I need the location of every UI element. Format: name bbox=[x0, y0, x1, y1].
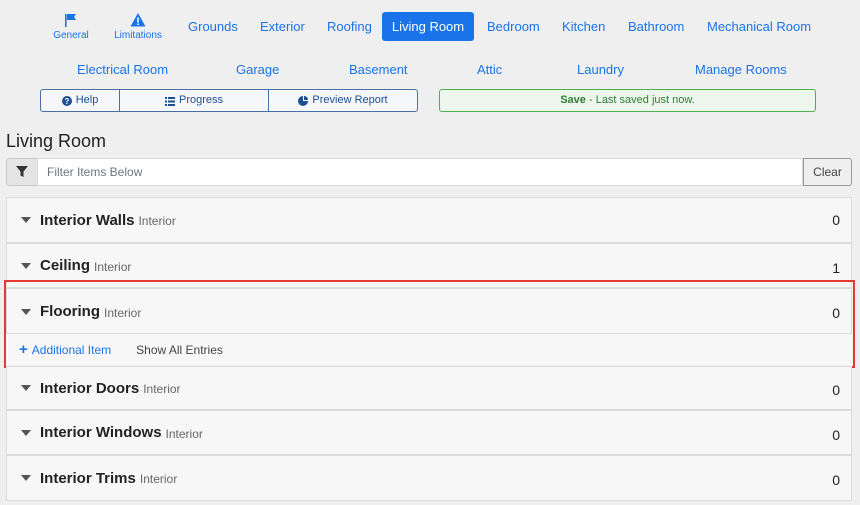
item-name: Interior Doors bbox=[40, 379, 140, 397]
help-label: Help bbox=[75, 94, 99, 106]
tab-limitations-label: Limitations bbox=[114, 30, 162, 41]
tab-bedroom[interactable]: Bedroom bbox=[474, 12, 553, 41]
help-button[interactable]: ? Help bbox=[41, 90, 120, 111]
item-category: Interior bbox=[143, 382, 181, 396]
filter-icon bbox=[16, 166, 28, 177]
item-name: Ceiling bbox=[40, 257, 91, 274]
item-panel-interior-doors[interactable]: Interior Doors Interior 0 bbox=[6, 366, 852, 410]
preview-report-label: Preview Report bbox=[312, 94, 388, 106]
item-name: Interior Windows bbox=[40, 424, 162, 441]
save-status[interactable]: Save - Last saved just now. bbox=[439, 89, 816, 112]
item-count: 1 bbox=[832, 259, 840, 276]
room-nav-top: General Limitations Grounds Exterior Roo… bbox=[0, 8, 860, 48]
tab-grounds[interactable]: Grounds bbox=[175, 12, 251, 41]
filter-input[interactable]: Filter Items Below bbox=[37, 158, 803, 186]
progress-button[interactable]: Progress bbox=[120, 90, 269, 111]
item-category: Interior bbox=[138, 214, 176, 228]
tab-laundry[interactable]: Laundry bbox=[564, 57, 637, 83]
item-count: 0 bbox=[832, 472, 840, 488]
item-category: Interior bbox=[139, 472, 178, 486]
item-count: 0 bbox=[832, 426, 840, 443]
item-name: Interior Trims bbox=[40, 469, 136, 487]
pie-chart-icon bbox=[298, 95, 309, 106]
tab-general-label: General bbox=[53, 30, 89, 41]
item-panel-interior-windows[interactable]: Interior Windows Interior 0 bbox=[6, 410, 852, 455]
caret-down-icon[interactable] bbox=[21, 262, 31, 269]
item-count: 0 bbox=[832, 212, 840, 228]
tab-attic[interactable]: Attic bbox=[464, 57, 515, 83]
tab-bathroom[interactable]: Bathroom bbox=[615, 12, 697, 41]
tab-kitchen[interactable]: Kitchen bbox=[549, 12, 618, 41]
caret-down-icon[interactable] bbox=[21, 385, 31, 391]
tab-manage-rooms[interactable]: Manage Rooms bbox=[682, 57, 800, 83]
warning-icon bbox=[130, 13, 146, 27]
progress-label: Progress bbox=[178, 94, 224, 106]
flag-icon bbox=[65, 14, 76, 27]
tab-general[interactable]: General bbox=[36, 12, 106, 41]
tab-garage[interactable]: Garage bbox=[223, 57, 292, 83]
tab-living-room[interactable]: Living Room bbox=[382, 12, 474, 41]
item-panel-interior-trims[interactable]: Interior Trims Interior 0 bbox=[6, 455, 852, 501]
tab-electrical-room[interactable]: Electrical Room bbox=[64, 57, 181, 83]
page-title: Living Room bbox=[6, 131, 107, 151]
filter-button[interactable] bbox=[6, 158, 37, 186]
item-count: 0 bbox=[832, 382, 840, 398]
tab-limitations[interactable]: Limitations bbox=[103, 12, 173, 41]
clear-button[interactable]: Clear bbox=[803, 158, 852, 186]
toolbar: ? Help Progress Preview Report bbox=[40, 89, 418, 112]
item-category: Interior bbox=[94, 259, 132, 274]
tab-basement[interactable]: Basement bbox=[336, 57, 421, 83]
tab-exterior[interactable]: Exterior bbox=[247, 12, 318, 41]
flooring-highlight bbox=[4, 280, 855, 368]
caret-down-icon[interactable] bbox=[21, 429, 31, 436]
svg-text:?: ? bbox=[64, 97, 69, 106]
filter-bar: Filter Items Below Clear bbox=[6, 158, 852, 186]
question-circle-icon: ? bbox=[61, 95, 72, 106]
save-status-text: - Last saved just now. bbox=[585, 94, 695, 106]
item-category: Interior bbox=[165, 426, 203, 441]
save-label: Save bbox=[560, 94, 586, 106]
tab-roofing[interactable]: Roofing bbox=[314, 12, 385, 41]
caret-down-icon[interactable] bbox=[21, 217, 31, 223]
tab-mechanical-room[interactable]: Mechanical Room bbox=[694, 12, 824, 41]
item-name: Interior Walls bbox=[40, 211, 135, 229]
list-icon bbox=[164, 96, 175, 106]
item-panel-interior-walls[interactable]: Interior Walls Interior 0 bbox=[6, 197, 852, 243]
caret-down-icon[interactable] bbox=[21, 475, 31, 481]
preview-report-button[interactable]: Preview Report bbox=[269, 90, 417, 111]
